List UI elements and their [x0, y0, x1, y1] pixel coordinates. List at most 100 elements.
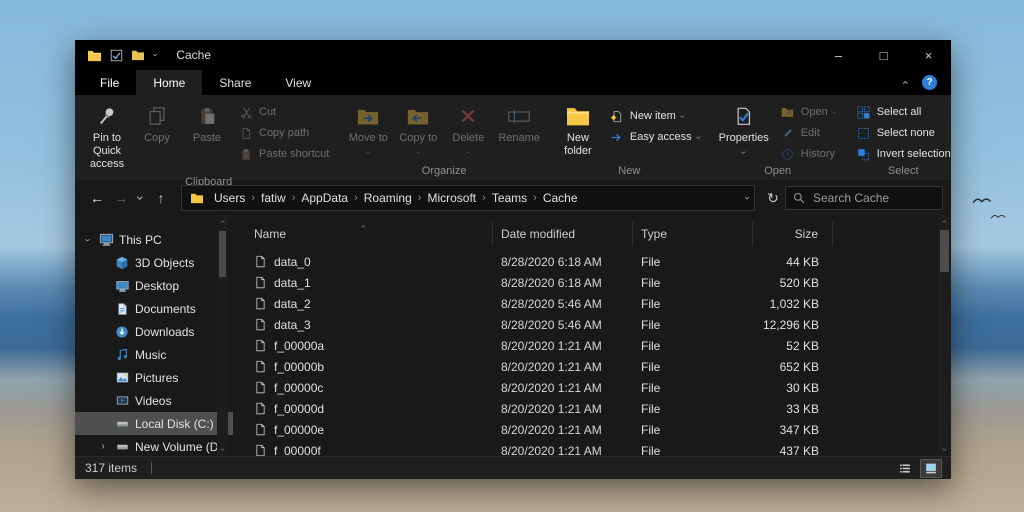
ribbon-group-select: Select all Select none Inv	[847, 99, 960, 180]
delete-button[interactable]: Delete ›	[444, 99, 492, 159]
table-row[interactable]: data_38/28/2020 5:46 AMFile12,296 KB	[233, 314, 937, 335]
table-row[interactable]: f_00000b8/20/2020 1:21 AMFile652 KB	[233, 356, 937, 377]
table-row[interactable]: f_00000a8/20/2020 1:21 AMFile52 KB	[233, 335, 937, 356]
file-date-modified: 8/20/2020 1:21 AM	[493, 360, 633, 374]
sidebar-item-local-disk-c[interactable]: Local Disk (C:)	[75, 412, 233, 435]
back-button[interactable]: ←	[85, 190, 109, 206]
tab-view[interactable]: View	[268, 70, 328, 95]
sidebar-item-music[interactable]: Music	[75, 343, 233, 366]
file-date-modified: 8/28/2020 5:46 AM	[493, 318, 633, 332]
column-header-type[interactable]: Type	[633, 222, 753, 246]
sort-ascending-icon: ›	[358, 225, 367, 228]
column-header-date-modified[interactable]: Date modified	[493, 222, 633, 246]
qat-new-folder-button[interactable]	[129, 47, 147, 63]
scroll-down-icon[interactable]: ›	[216, 448, 229, 451]
sidebar-item-label: This PC	[119, 233, 162, 247]
qat-properties-button[interactable]	[107, 47, 125, 63]
table-row[interactable]: data_08/28/2020 6:18 AMFile44 KB	[233, 251, 937, 272]
copy-button[interactable]: Copy	[133, 99, 181, 147]
minimize-button[interactable]: –	[816, 40, 861, 70]
properties-button[interactable]: Properties ›	[715, 99, 773, 159]
sidebar-item-3d-objects[interactable]: 3D Objects	[75, 251, 233, 274]
edit-button[interactable]: Edit	[775, 124, 841, 142]
pc-icon	[98, 232, 114, 248]
sidebar-list: › This PC 3D ObjectsDesktopDocumentsDownlo…	[75, 228, 233, 458]
sidebar-item-videos[interactable]: Videos	[75, 389, 233, 412]
ribbon-group-new: New folder New item ›	[550, 99, 709, 180]
file-date-modified: 8/28/2020 6:18 AM	[493, 276, 633, 290]
file-name: f_00000f	[274, 444, 321, 457]
table-row[interactable]: f_00000c8/20/2020 1:21 AMFile30 KB	[233, 377, 937, 398]
invert-selection-button[interactable]: Invert selection	[851, 145, 956, 163]
table-row[interactable]: data_18/28/2020 6:18 AMFile520 KB	[233, 272, 937, 293]
scroll-up-icon[interactable]: ›	[216, 220, 229, 223]
scrollbar-thumb[interactable]	[940, 230, 949, 272]
paste-shortcut-button[interactable]: Paste shortcut	[233, 145, 334, 163]
tab-file[interactable]: File	[83, 70, 136, 95]
maximize-button[interactable]: □	[861, 40, 906, 70]
breadcrumb-item[interactable]: Roaming	[360, 191, 416, 205]
sidebar-item-documents[interactable]: Documents	[75, 297, 233, 320]
open-button[interactable]: Open ›	[775, 103, 841, 121]
refresh-icon[interactable]: ↻	[761, 190, 785, 207]
sidebar-item-downloads[interactable]: Downloads	[75, 320, 233, 343]
move-to-button[interactable]: Move to ›	[344, 99, 392, 159]
scroll-down-icon[interactable]: ›	[938, 448, 951, 451]
column-headers: › Name Date modified Type Size	[233, 222, 937, 246]
sidebar-item-desktop[interactable]: Desktop	[75, 274, 233, 297]
address-dropdown-icon[interactable]: ›	[741, 196, 751, 199]
scroll-up-icon[interactable]: ›	[938, 220, 951, 223]
table-row[interactable]: data_28/28/2020 5:46 AMFile1,032 KB	[233, 293, 937, 314]
scrollbar-thumb[interactable]	[219, 231, 226, 277]
new-item-button[interactable]: New item ›	[604, 107, 705, 125]
breadcrumb-item[interactable]: Microsoft	[423, 191, 480, 205]
cut-button[interactable]: Cut	[233, 103, 334, 121]
file-name: f_00000a	[274, 339, 324, 353]
collapse-ribbon-icon[interactable]: ›	[901, 81, 912, 85]
sidebar-item-pictures[interactable]: Pictures	[75, 366, 233, 389]
breadcrumb-separator-icon: ›	[533, 192, 537, 204]
table-row[interactable]: f_00000f8/20/2020 1:21 AMFile437 KB	[233, 440, 937, 456]
breadcrumb-item[interactable]: fatiw	[257, 191, 290, 205]
address-bar[interactable]: Users›fatiw›AppData›Roaming›Microsoft›Te…	[181, 185, 755, 211]
list-scrollbar[interactable]: › ›	[938, 215, 951, 456]
pin-to-quick-access-button[interactable]: Pin to Quick access	[83, 99, 131, 174]
thumbnails-view-button[interactable]	[921, 460, 941, 477]
breadcrumb-item[interactable]: Users	[210, 191, 249, 205]
sidebar-scrollbar[interactable]: › ›	[217, 215, 228, 456]
close-button[interactable]: ×	[906, 40, 951, 70]
breadcrumb-item[interactable]: Cache	[539, 191, 582, 205]
tab-home[interactable]: Home	[136, 70, 202, 95]
sidebar-item-new-volume-d[interactable]: ›New Volume (D:	[75, 435, 233, 458]
new-folder-button[interactable]: New folder	[554, 99, 602, 160]
search-input[interactable]	[811, 190, 935, 206]
forward-button[interactable]: →	[109, 190, 133, 206]
file-icon	[254, 402, 268, 416]
column-header-name[interactable]: › Name	[233, 222, 493, 246]
tab-share[interactable]: Share	[202, 70, 268, 95]
file-list-pane: › Name Date modified Type Size data_08/2…	[233, 215, 951, 456]
table-row[interactable]: f_00000d8/20/2020 1:21 AMFile33 KB	[233, 398, 937, 419]
copy-to-button[interactable]: Copy to ›	[394, 99, 442, 159]
recent-locations-icon[interactable]: ›	[134, 190, 148, 206]
breadcrumb-item[interactable]: Teams	[488, 191, 531, 205]
sidebar-item-this-pc[interactable]: › This PC	[75, 228, 233, 251]
table-row[interactable]: f_00000e8/20/2020 1:21 AMFile347 KB	[233, 419, 937, 440]
window-body: › This PC 3D ObjectsDesktopDocumentsDownlo…	[75, 215, 951, 456]
dropdown-chevron-icon: ›	[694, 136, 703, 139]
select-all-button[interactable]: Select all	[851, 103, 956, 121]
up-button[interactable]: ↑	[149, 190, 173, 206]
paste-button[interactable]: Paste	[183, 99, 231, 147]
column-header-size[interactable]: Size	[753, 222, 833, 246]
select-none-button[interactable]: Select none	[851, 124, 956, 142]
expander-chevron-icon[interactable]: ›	[82, 234, 92, 246]
rename-button[interactable]: Rename	[494, 99, 544, 147]
expander-chevron-icon[interactable]: ›	[97, 442, 109, 452]
qat-dropdown-icon[interactable]: ›	[150, 53, 160, 56]
details-view-button[interactable]	[895, 460, 915, 477]
easy-access-button[interactable]: Easy access ›	[604, 128, 705, 146]
help-button[interactable]: ?	[922, 75, 937, 90]
history-button[interactable]: History	[775, 145, 841, 163]
breadcrumb-item[interactable]: AppData	[297, 191, 352, 205]
copy-path-button[interactable]: Copy path	[233, 124, 334, 142]
